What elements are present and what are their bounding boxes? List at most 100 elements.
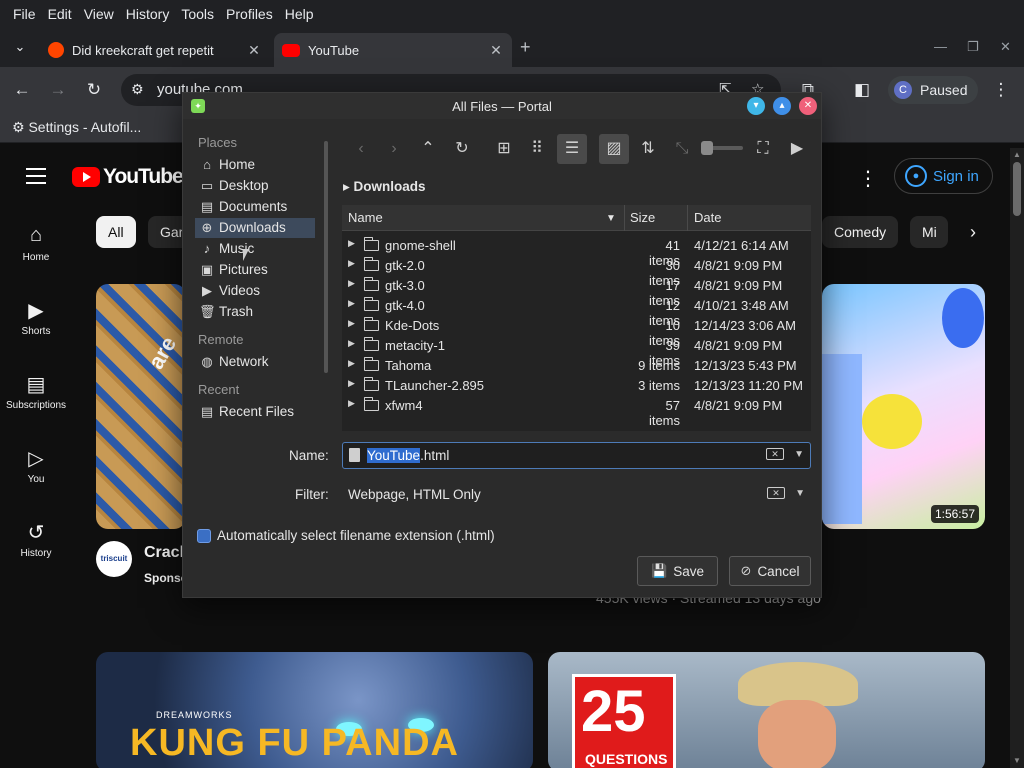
place-downloads[interactable]: ⊕ Downloads	[195, 218, 315, 238]
nav-up-icon[interactable]: ⌃	[416, 137, 440, 161]
file-row[interactable]: ▶ gtk-4.0 12 items 4/10/21 3:48 AM	[342, 295, 811, 328]
detail-list-view-icon[interactable]: ☰	[557, 134, 587, 164]
sort-order-icon[interactable]: ⇅	[636, 137, 660, 161]
scrollbar-thumb[interactable]	[1013, 162, 1021, 216]
expand-arrow-icon[interactable]: ▶	[348, 278, 355, 289]
dropdown-arrow-icon[interactable]: ▼	[795, 488, 805, 499]
nav-forward-icon[interactable]: ›	[382, 137, 406, 161]
file-row[interactable]: ▶ Kde-Dots 10 items 12/14/23 3:06 AM	[342, 315, 811, 348]
clear-text-icon[interactable]: ✕	[766, 448, 784, 460]
column-date[interactable]: Date	[694, 210, 721, 225]
dialog-close-icon[interactable]: ✕	[799, 97, 817, 115]
place-videos[interactable]: ▶ Videos	[195, 281, 315, 301]
reload-icon[interactable]: ↻	[450, 137, 474, 161]
menu-view[interactable]: View	[78, 6, 120, 22]
expand-arrow-icon[interactable]: ▶	[348, 318, 355, 329]
zoom-slider[interactable]	[701, 141, 743, 155]
sort-descending-icon[interactable]: ▼	[606, 213, 616, 224]
video-thumbnail-colorful[interactable]: 1:56:57	[822, 284, 985, 529]
restore-icon[interactable]: ❐	[967, 39, 979, 55]
youtube-logo[interactable]: YouTube	[72, 165, 184, 189]
profile-paused-button[interactable]: C Paused	[888, 76, 978, 104]
column-divider[interactable]	[687, 205, 688, 231]
place-recent-files[interactable]: ▤ Recent Files	[195, 402, 315, 422]
tab-reddit[interactable]: Did kreekcraft get repetit ✕	[40, 33, 270, 67]
nav-back-icon[interactable]: ‹	[349, 137, 373, 161]
reload-icon[interactable]: ↻	[83, 79, 105, 101]
expand-arrow-icon[interactable]: ▶	[348, 358, 355, 369]
filename-input[interactable]: YouTube.html ✕ ▼	[342, 442, 811, 469]
page-scrollbar[interactable]: ▲ ▼	[1010, 148, 1024, 768]
place-network[interactable]: ◍ Network	[195, 352, 315, 372]
zoom-slider-handle[interactable]	[701, 141, 713, 155]
browser-menu-kebab-icon[interactable]: ⋮	[990, 79, 1012, 101]
file-row[interactable]: ▶ gtk-3.0 17 items 4/8/21 9:09 PM	[342, 275, 811, 308]
back-arrow-icon[interactable]: ←	[11, 79, 33, 101]
tab-close-icon[interactable]: ✕	[246, 42, 262, 59]
tab-search-chevron-icon[interactable]: ⌄	[10, 37, 30, 57]
hamburger-menu-icon[interactable]	[26, 168, 46, 189]
place-documents[interactable]: ▤ Documents	[195, 197, 315, 217]
breadcrumb-downloads[interactable]: Downloads	[354, 179, 426, 194]
chip-music[interactable]: Mi	[910, 216, 948, 248]
dialog-minimize-icon[interactable]: ▾	[747, 97, 765, 115]
expand-arrow-icon[interactable]: ▶	[348, 398, 355, 409]
chip-all[interactable]: All	[96, 216, 136, 248]
menu-file[interactable]: File	[7, 6, 42, 22]
dialog-maximize-icon[interactable]: ▴	[773, 97, 791, 115]
menu-tools[interactable]: Tools	[175, 6, 220, 22]
more-toolbar-arrow-icon[interactable]: ▶	[785, 137, 809, 161]
filter-select[interactable]: Webpage, HTML Only ✕ ▼	[342, 482, 811, 509]
video-thumbnail-kung-fu-panda[interactable]: DREAMWORKS KUNG FU PANDA	[96, 652, 533, 768]
dialog-titlebar[interactable]: ✦ All Files — Portal ▾ ▴ ✕	[183, 93, 821, 119]
clear-text-icon[interactable]: ✕	[767, 487, 785, 499]
compact-view-icon[interactable]: ⠿	[525, 137, 549, 161]
menu-edit[interactable]: Edit	[42, 6, 78, 22]
place-desktop[interactable]: ▭ Desktop	[195, 176, 315, 196]
dropdown-arrow-icon[interactable]: ▼	[794, 449, 804, 460]
breadcrumb[interactable]: ▸ Downloads	[343, 179, 426, 195]
menu-history[interactable]: History	[120, 6, 176, 22]
file-row[interactable]: ▶ TLauncher-2.895 3 items 12/13/23 11:20 PM	[342, 375, 811, 395]
rail-home[interactable]: ⌂ Home	[0, 224, 72, 263]
scroll-down-arrow-icon[interactable]: ▼	[1013, 756, 1021, 765]
menu-help[interactable]: Help	[279, 6, 320, 22]
file-row[interactable]: ▶ Tahoma 9 items 12/13/23 5:43 PM	[342, 355, 811, 375]
sign-in-button[interactable]: ● Sign in	[894, 158, 993, 194]
rail-history[interactable]: ↺ History	[0, 520, 72, 559]
new-tab-plus-icon[interactable]: +	[520, 37, 531, 58]
minimize-icon[interactable]: —	[934, 39, 947, 54]
column-divider[interactable]	[624, 205, 625, 231]
chevron-right-icon[interactable]: ›	[970, 222, 976, 243]
chip-comedy[interactable]: Comedy	[822, 216, 899, 248]
zoom-in-icon[interactable]: ⛶	[751, 137, 775, 161]
column-size[interactable]: Size	[630, 210, 655, 225]
place-pictures[interactable]: ▣ Pictures	[195, 260, 315, 280]
icon-view-icon[interactable]: ⊞	[492, 137, 516, 161]
save-button[interactable]: 💾 Save	[637, 556, 718, 586]
menu-profiles[interactable]: Profiles	[220, 6, 279, 22]
video-thumbnail-25-questions[interactable]: 25 QUESTIONS	[548, 652, 985, 768]
expand-arrow-icon[interactable]: ▶	[348, 298, 355, 309]
video-thumbnail-triscuit[interactable]: are	[96, 284, 186, 529]
file-row[interactable]: ▶ xfwm4 57 items 4/8/21 9:09 PM	[342, 395, 811, 428]
preview-image-icon[interactable]: ▨	[599, 134, 629, 164]
place-home[interactable]: ⌂ Home	[195, 155, 315, 175]
rail-shorts[interactable]: ▶ Shorts	[0, 298, 72, 337]
settings-kebab-icon[interactable]: ⋮	[858, 166, 878, 191]
rail-subscriptions[interactable]: ▤ Subscriptions	[0, 372, 72, 411]
tab-close-icon[interactable]: ✕	[488, 42, 504, 59]
forward-arrow-icon[interactable]: →	[47, 79, 69, 101]
places-scrollbar[interactable]	[324, 141, 328, 373]
filename-value[interactable]: YouTube.html	[367, 448, 449, 463]
place-trash[interactable]: 🗑 Trash	[195, 302, 315, 322]
expand-arrow-icon[interactable]: ▶	[348, 238, 355, 249]
channel-avatar[interactable]: triscuit	[96, 541, 132, 577]
file-row[interactable]: ▶ metacity-1 39 items 4/8/21 9:09 PM	[342, 335, 811, 368]
bookmark-settings-autofill[interactable]: ⚙ Settings - Autofil...	[12, 119, 141, 136]
side-panel-icon[interactable]: ◧	[851, 79, 873, 101]
site-info-tune-icon[interactable]: ⚙	[131, 81, 144, 98]
file-row[interactable]: ▶ gnome-shell 41 items 4/12/21 6:14 AM	[342, 235, 811, 268]
column-name[interactable]: Name	[348, 210, 383, 225]
place-music[interactable]: ♪ Music	[195, 239, 315, 259]
